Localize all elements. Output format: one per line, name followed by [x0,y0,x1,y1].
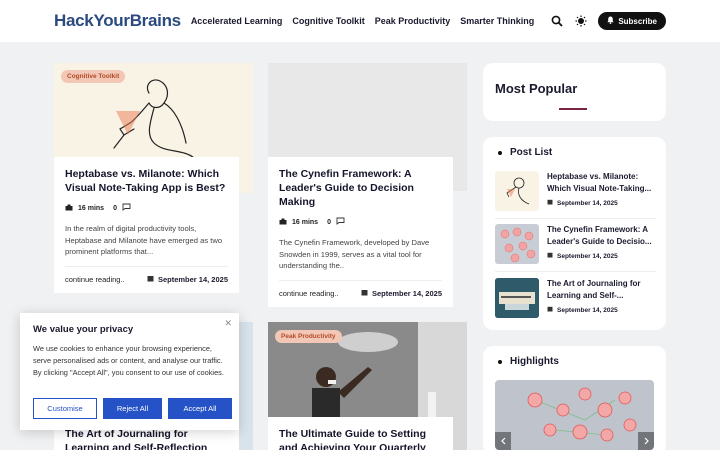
post-date: September 14, 2025 [361,289,442,298]
sidebar-post[interactable]: Heptabase vs. Milanote: Which Visual Not… [495,171,656,211]
nav-accelerated-learning[interactable]: Accelerated Learning [191,16,283,26]
post-date-text: September 14, 2025 [371,289,442,298]
post-title[interactable]: Heptabase vs. Milanote: Which Visual Not… [65,167,228,195]
nav-peak-productivity[interactable]: Peak Productivity [375,16,451,26]
calendar-icon [547,252,553,260]
sidebar-post[interactable]: The Cynefin Framework: A Leader's Guide … [495,224,656,264]
post-meta: 16 mins 0 [279,217,442,227]
bell-icon [607,16,615,26]
chevron-right-icon [644,432,649,450]
slider-prev-button[interactable] [495,432,511,450]
post-list-title: Post List [510,147,553,158]
post-title[interactable]: The Cynefin Framework: A Leader's Guide … [279,167,442,209]
calendar-icon [547,199,553,207]
post-title[interactable]: The Ultimate Guide to Setting and Achiev… [279,427,442,450]
highlights-heading: Highlights [498,356,559,367]
continue-reading-link[interactable]: continue reading.. [65,275,125,284]
comment-count: 0 [113,204,117,212]
header-actions: Subscribe [550,12,666,30]
sidebar-post-title[interactable]: The Art of Journaling for Learning and S… [547,278,655,302]
nav-cognitive-toolkit[interactable]: Cognitive Toolkit [292,16,364,26]
calendar-icon [547,306,553,314]
sidebar-post[interactable]: The Art of Journaling for Learning and S… [495,278,656,318]
category-tag[interactable]: Cognitive Toolkit [61,70,126,83]
cookie-title: We value your privacy [33,324,134,335]
site-logo[interactable]: HackYourBrains [54,11,181,31]
calendar-icon [361,289,368,298]
chevron-left-icon [500,432,506,450]
post-title[interactable]: The Art of Journaling for Learning and S… [65,427,228,450]
read-time: 16 mins [292,218,319,226]
sidebar-post-title[interactable]: Heptabase vs. Milanote: Which Visual Not… [547,171,655,195]
search-icon[interactable] [550,14,564,28]
sidebar-post-date: September 14, 2025 [547,199,655,207]
cookie-consent-banner: ✕ We value your privacy We use cookies t… [20,313,239,430]
post-meta: 16 mins 0 [65,203,228,213]
sidebar-post-date: September 14, 2025 [547,252,655,260]
theme-toggle-icon[interactable] [574,14,588,28]
most-popular-box: Most Popular [483,63,666,121]
subscribe-label: Subscribe [618,16,657,26]
comment-count: 0 [327,218,331,226]
post-thumbnail[interactable] [495,224,539,264]
post-card: The Cynefin Framework: A Leader's Guide … [268,157,453,307]
continue-reading-link[interactable]: continue reading.. [279,289,339,298]
site-header: HackYourBrains Accelerated Learning Cogn… [0,0,720,42]
read-time-icon [65,204,73,213]
post-footer: continue reading.. September 14, 2025 [65,266,228,284]
post-excerpt: The Cynefin Framework, developed by Dave… [279,238,430,270]
post-date: September 14, 2025 [147,275,228,284]
subscribe-button[interactable]: Subscribe [598,12,666,30]
sidebar-post-date-text: September 14, 2025 [557,199,618,207]
nav-smarter-thinking[interactable]: Smarter Thinking [460,16,534,26]
post-thumbnail[interactable] [495,171,539,211]
highlights-box: Highlights [483,346,666,450]
read-time-icon [279,218,287,227]
calendar-icon [147,275,154,284]
divider [495,218,656,219]
post-card: Heptabase vs. Milanote: Which Visual Not… [54,157,239,293]
close-icon[interactable]: ✕ [224,318,232,329]
post-list-heading: Post List [498,147,552,158]
reject-all-button[interactable]: Reject All [103,398,162,419]
post-card: The Ultimate Guide to Setting and Achiev… [268,417,453,450]
customise-button[interactable]: Customise [33,398,97,419]
main-nav: Accelerated Learning Cognitive Toolkit P… [191,16,534,26]
highlights-slider[interactable] [495,380,654,450]
category-tag[interactable]: Peak Productivity [275,330,342,343]
sidebar-post-date-text: September 14, 2025 [557,306,618,314]
post-list-box: Post List Heptabase vs. Milanote: Which … [483,137,666,330]
bullet-icon [498,150,502,155]
divider [495,271,656,272]
post-footer: continue reading.. September 14, 2025 [279,280,442,298]
sidebar-post-date-text: September 14, 2025 [557,252,618,260]
post-excerpt: In the realm of digital productivity too… [65,224,223,256]
post-thumbnail[interactable] [495,278,539,318]
post-date-text: September 14, 2025 [157,275,228,284]
slider-next-button[interactable] [638,432,654,450]
accept-all-button[interactable]: Accept All [168,398,232,419]
read-time: 16 mins [78,204,105,212]
comment-icon[interactable] [122,203,131,213]
cookie-text: We use cookies to enhance your browsing … [33,344,224,377]
sidebar-post-date: September 14, 2025 [547,306,655,314]
cookie-actions: Customise Reject All Accept All [33,398,232,419]
most-popular-title: Most Popular [495,81,578,96]
title-underline [559,108,587,110]
comment-icon[interactable] [336,217,345,227]
bullet-icon [498,359,502,364]
sidebar-post-title[interactable]: The Cynefin Framework: A Leader's Guide … [547,224,655,248]
highlights-title: Highlights [510,356,559,367]
